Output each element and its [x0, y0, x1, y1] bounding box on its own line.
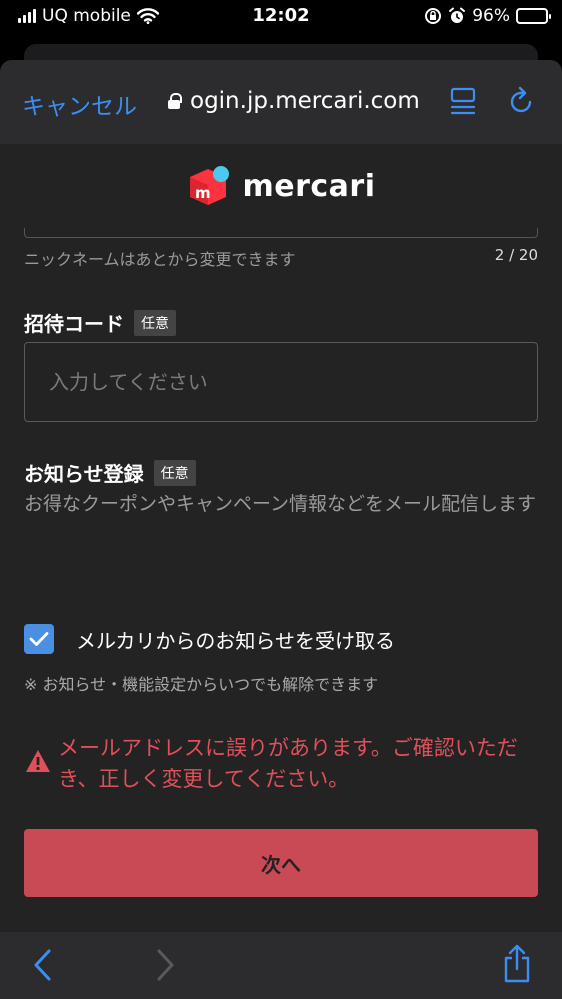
invite-label: 招待コード [24, 312, 124, 336]
error-text: メールアドレスに誤りがあります。ご確認いただき、正しく変更してください。 [58, 736, 518, 791]
newsletter-note: ※ お知らせ・機能設定からいつでも解除できます [24, 675, 379, 694]
invite-optional-badge: 任意 [134, 309, 176, 336]
newsletter-description: お得なクーポンやキャンペーン情報などをメール配信します [24, 493, 537, 515]
reader-icon[interactable] [450, 86, 476, 116]
mercari-logo-icon: m [190, 166, 230, 205]
form-content: ニックネームはあとから変更できます 2 / 20 招待コード 任意 お知らせ登録… [0, 228, 562, 928]
status-left: UQ mobile [18, 6, 159, 26]
wifi-icon [136, 8, 159, 24]
nickname-hint: ニックネームはあとから変更できます [24, 250, 296, 269]
url-text: ogin.jp.mercari.com [190, 88, 420, 114]
forward-icon[interactable] [154, 948, 176, 982]
share-icon[interactable] [502, 944, 532, 984]
error-message: メールアドレスに誤りがあります。ご確認いただき、正しく変更してください。 [24, 733, 538, 795]
invite-code-input[interactable] [24, 342, 538, 422]
newsletter-optional-badge: 任意 [153, 459, 196, 486]
nickname-input[interactable] [24, 228, 538, 238]
browser-sheet: キャンセル ogin.jp.mercari.com m mercari ニックネ… [0, 60, 562, 999]
status-right: 96% [424, 6, 551, 26]
url-bar[interactable]: ogin.jp.mercari.com [168, 88, 420, 114]
warning-icon [26, 750, 50, 772]
newsletter-label: お知らせ登録 [24, 462, 144, 486]
newsletter-checkbox-row[interactable]: メルカリからのお知らせを受け取る [24, 624, 395, 654]
alarm-icon [449, 7, 466, 23]
cancel-button[interactable]: キャンセル [22, 87, 137, 121]
battery-percent: 96% [472, 6, 510, 26]
back-icon[interactable] [32, 948, 54, 982]
logo-text: mercari [242, 168, 376, 204]
newsletter-label-row: お知らせ登録 任意 [24, 458, 196, 487]
newsletter-checkbox-label: メルカリからのお知らせを受け取る [76, 628, 395, 653]
newsletter-checkbox[interactable] [24, 624, 54, 654]
browser-bar: キャンセル ogin.jp.mercari.com [0, 60, 562, 144]
reload-icon[interactable] [508, 86, 536, 116]
next-button[interactable]: 次へ [24, 829, 538, 897]
lock-icon [168, 93, 182, 109]
carrier-label: UQ mobile [42, 6, 131, 26]
browser-toolbar [0, 932, 562, 999]
battery-icon [516, 8, 551, 24]
checkmark-icon [29, 632, 49, 646]
nickname-counter: 2 / 20 [494, 246, 538, 264]
invite-label-row: 招待コード 任意 [24, 308, 176, 337]
orientation-lock-icon [425, 8, 442, 24]
status-bar: UQ mobile 12:02 96% [0, 0, 562, 34]
site-header: m mercari [0, 144, 562, 228]
signal-icon [18, 9, 36, 23]
svg-text:m: m [195, 184, 211, 202]
